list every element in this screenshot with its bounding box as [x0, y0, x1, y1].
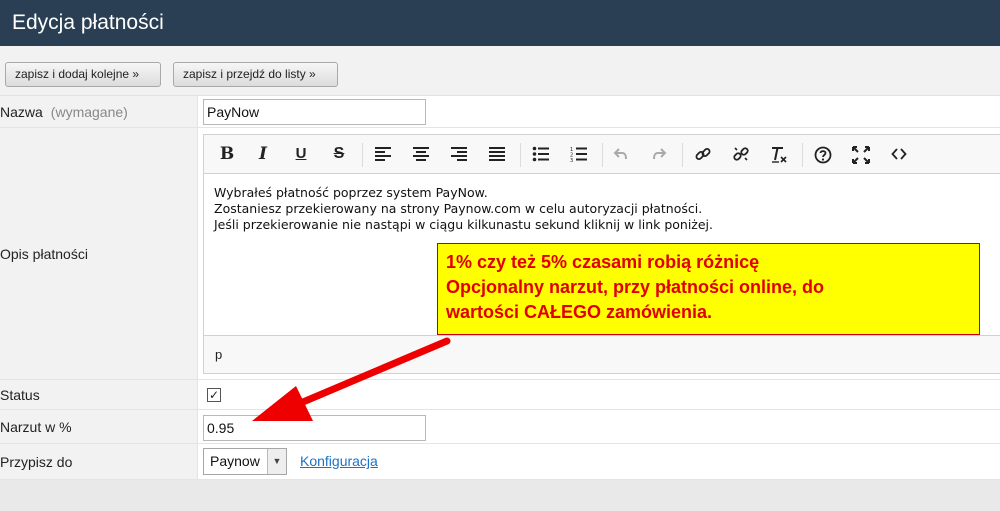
toolbar-separator [362, 143, 363, 167]
redo-icon[interactable] [646, 142, 672, 166]
bold-icon[interactable]: B [214, 142, 240, 166]
align-center-icon[interactable] [408, 142, 434, 166]
unlink-icon[interactable] [728, 142, 754, 166]
status-row: Status ✓ [0, 380, 1000, 410]
assign-select[interactable]: Paynow ▼ [203, 448, 287, 475]
toolbar-separator [802, 143, 803, 167]
status-checkbox[interactable]: ✓ [207, 388, 221, 402]
configuration-link[interactable]: Konfiguracja [300, 453, 378, 469]
name-row: Nazwa (wymagane) PayNow [0, 96, 1000, 128]
source-code-icon[interactable] [886, 142, 912, 166]
action-bar: zapisz i dodaj kolejne » zapisz i przejd… [0, 46, 1000, 96]
toolbar-separator [520, 143, 521, 167]
align-justify-icon[interactable] [484, 142, 510, 166]
page-title: Edycja płatności [0, 0, 1000, 46]
fullscreen-icon[interactable] [848, 142, 874, 166]
name-input[interactable]: PayNow [203, 99, 426, 125]
help-icon[interactable] [810, 142, 836, 166]
editor-content[interactable]: Wybrałeś płatność poprzez system PayNow.… [214, 185, 974, 233]
strikethrough-icon[interactable]: S [326, 142, 352, 166]
assign-row: Przypisz do Paynow ▼ Konfiguracja [0, 444, 1000, 480]
toolbar-separator [602, 143, 603, 167]
content-line: Zostaniesz przekierowany na strony Payno… [214, 201, 703, 216]
chevron-down-icon: ▼ [267, 449, 286, 474]
description-label: Opis płatności [0, 128, 198, 379]
annotation-line: Opcjonalny narzut, przy płatności online… [446, 277, 825, 297]
align-left-icon[interactable] [370, 142, 396, 166]
save-and-add-button[interactable]: zapisz i dodaj kolejne » [5, 62, 161, 87]
name-label-text: Nazwa [0, 103, 43, 120]
clear-format-icon[interactable] [766, 142, 792, 166]
editor-toolbar: B I U S 123 [204, 135, 1000, 174]
align-right-icon[interactable] [446, 142, 472, 166]
assign-select-value: Paynow [210, 453, 260, 469]
undo-icon[interactable] [608, 142, 634, 166]
surcharge-label: Narzut w % [0, 410, 198, 443]
annotation-line: 1% czy też 5% czasami robią różnicę [446, 252, 760, 272]
numbered-list-icon[interactable]: 123 [566, 142, 592, 166]
surcharge-input[interactable]: 0.95 [203, 415, 426, 441]
assign-label: Przypisz do [0, 444, 198, 479]
annotation-line: wartości CAŁEGO zamówienia. [446, 302, 713, 322]
annotation-callout: 1% czy też 5% czasami robią różnicę Opcj… [437, 243, 980, 335]
editor-statusbar: p [204, 335, 1000, 373]
status-label: Status [0, 380, 198, 409]
surcharge-row: Narzut w % 0.95 [0, 410, 1000, 444]
toolbar-separator [682, 143, 683, 167]
italic-icon[interactable]: I [250, 142, 276, 166]
content-line: Wybrałeś płatność poprzez system PayNow. [214, 185, 488, 200]
svg-text:3: 3 [570, 158, 573, 162]
link-icon[interactable] [690, 142, 716, 166]
bullet-list-icon[interactable] [528, 142, 554, 166]
name-label: Nazwa (wymagane) [0, 96, 198, 127]
underline-icon[interactable]: U [288, 142, 314, 166]
required-hint: (wymagane) [50, 103, 128, 120]
footer-bar [0, 480, 1000, 511]
save-and-list-button[interactable]: zapisz i przejdź do listy » [173, 62, 338, 87]
content-line: Jeśli przekierowanie nie nastąpi w ciągu… [214, 217, 713, 232]
